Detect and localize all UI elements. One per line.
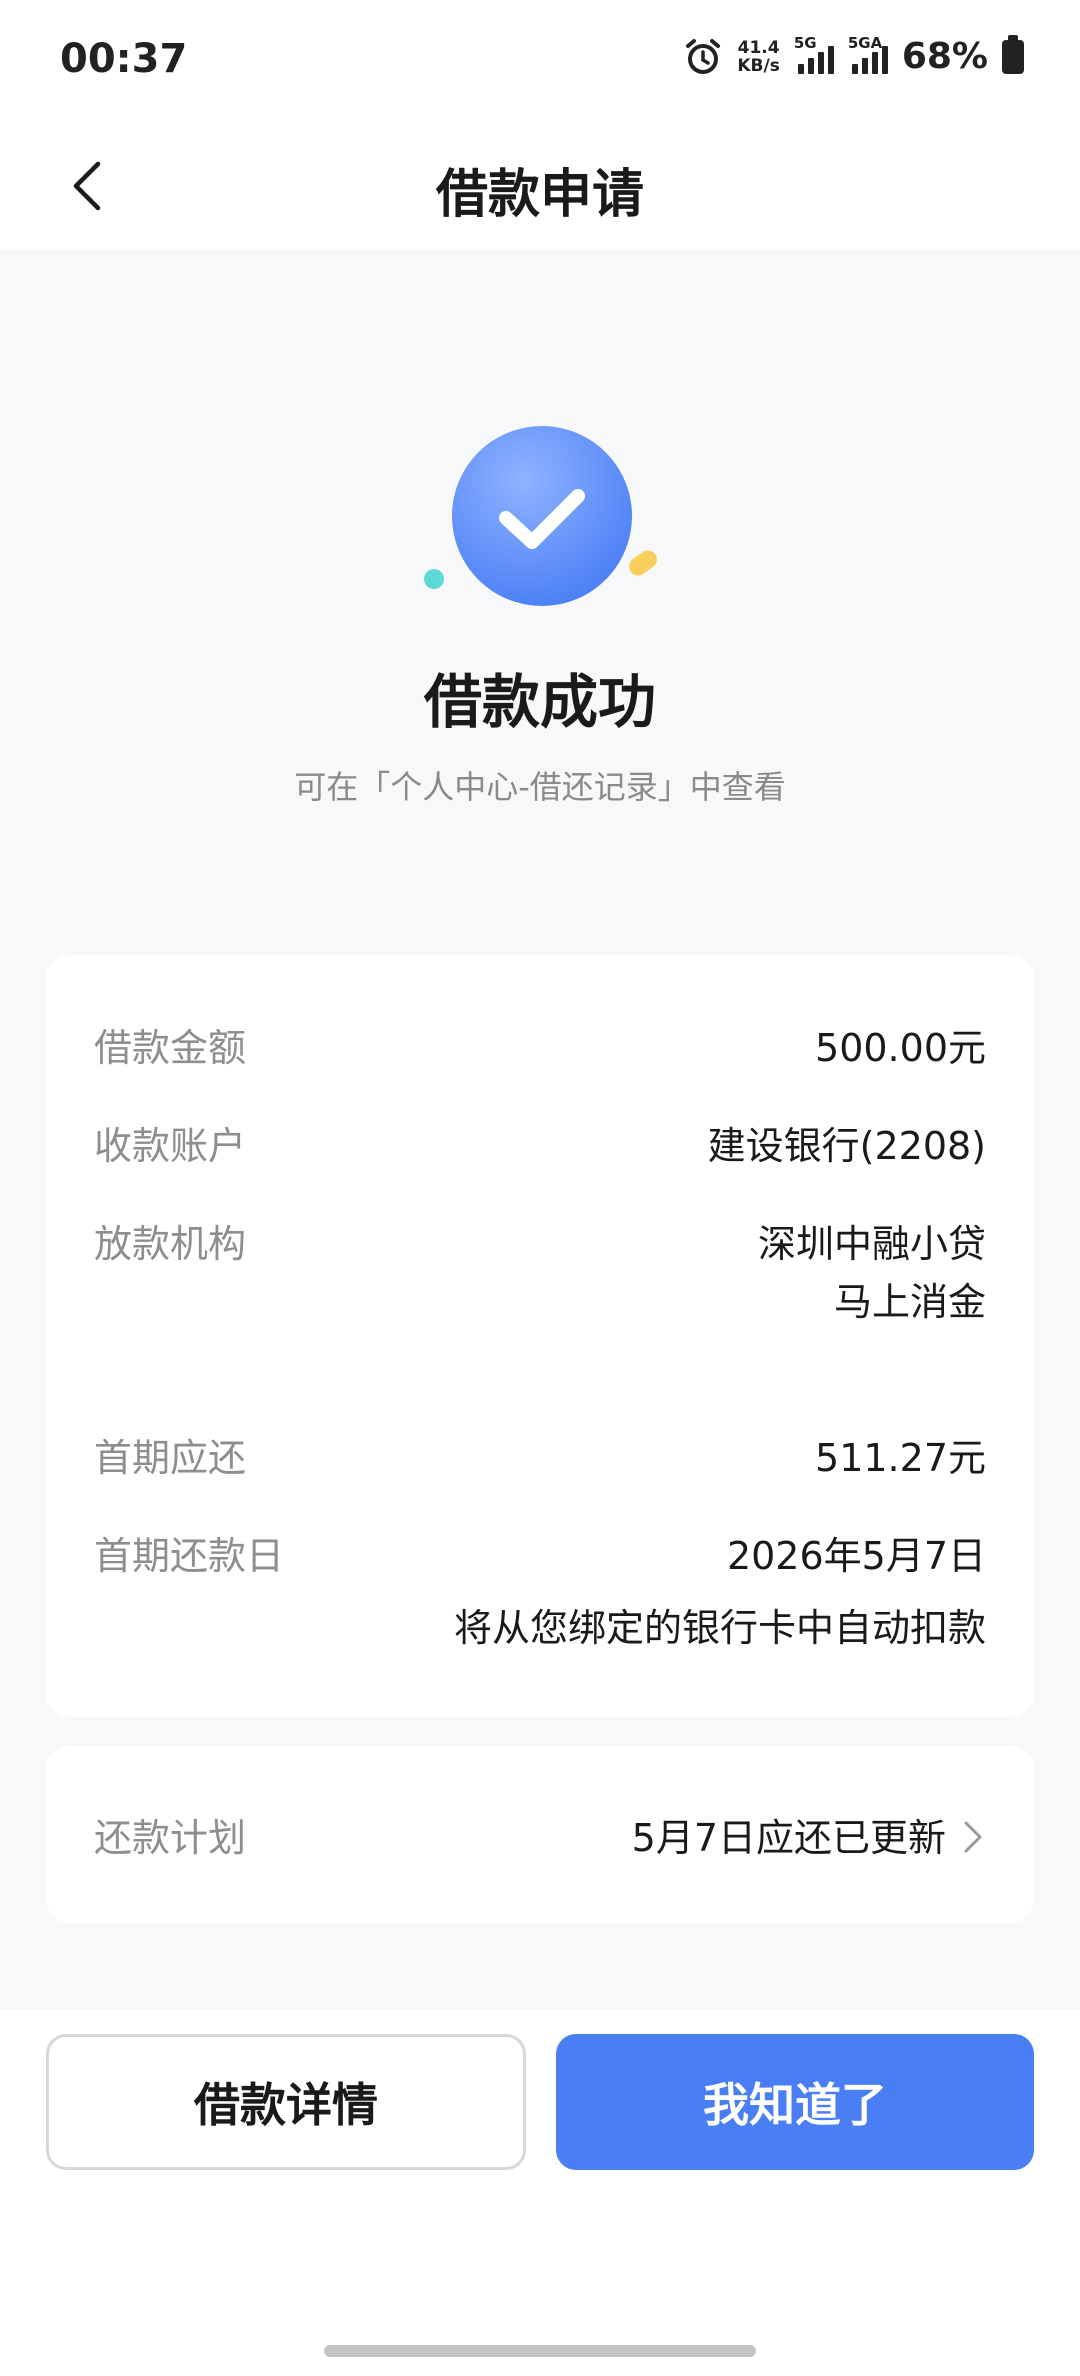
first-due-date-value: 2026年5月7日 [726, 1534, 986, 1578]
battery-percent: 68% [901, 36, 988, 77]
check-circle-icon [424, 426, 657, 606]
amount-label: 借款金额 [94, 1026, 247, 1070]
nav-bar: 借款申请 [0, 120, 1080, 250]
battery-icon [1002, 34, 1024, 74]
net-speed-value: 41.4 [737, 37, 780, 58]
net-speed-unit: KB/s [737, 55, 780, 76]
status-icons: 41.4 KB/s 5G 5GA 68% [683, 34, 1024, 77]
plan-label: 还款计划 [94, 1816, 247, 1860]
lender-label: 放款机构 [94, 1222, 247, 1266]
alarm-icon [686, 38, 721, 74]
bottom-actions: 借款详情 我知道了 [0, 2010, 1080, 2376]
first-due-date-label: 首期还款日 [94, 1534, 285, 1578]
loan-details-card: 借款金额 500.00元 收款账户 建设银行(2208) 放款机构 深圳中融小贷… [46, 955, 1034, 1717]
first-payment-label: 首期应还 [94, 1436, 247, 1480]
sim1-label: 5G [793, 33, 817, 52]
account-label: 收款账户 [94, 1124, 247, 1168]
first-payment-value: 511.27元 [815, 1436, 986, 1480]
lender-value-1: 深圳中融小贷 [757, 1222, 986, 1266]
success-subtitle: 可在「个人中心-借还记录」中查看 [294, 768, 786, 806]
home-indicator[interactable] [324, 2345, 756, 2357]
net-speed: 41.4 KB/s [737, 39, 779, 75]
plan-value: 5月7日应还已更新 [631, 1816, 946, 1860]
repayment-plan-row[interactable]: 还款计划 5月7日应还已更新 [46, 1745, 1034, 1923]
chevron-right-icon [964, 1821, 982, 1853]
status-bar: 00:37 41.4 KB/s 5G 5GA 68% [0, 0, 1080, 120]
sim2-label: 5GA [847, 33, 883, 52]
amount-value: 500.00元 [815, 1026, 986, 1070]
signal-icon: 5G [794, 34, 834, 74]
loan-details-button[interactable]: 借款详情 [46, 2034, 526, 2170]
page-title: 借款申请 [435, 165, 644, 225]
account-value: 建设银行(2208) [707, 1124, 986, 1168]
confirm-button[interactable]: 我知道了 [556, 2034, 1034, 2170]
success-title: 借款成功 [423, 668, 656, 736]
auto-debit-note: 将从您绑定的银行卡中自动扣款 [453, 1606, 986, 1650]
lender-value-2: 马上消金 [833, 1280, 986, 1324]
signal-icon-2: 5GA [848, 34, 888, 74]
success-section: 借款成功 可在「个人中心-借还记录」中查看 [0, 250, 1080, 930]
status-time: 00:37 [60, 36, 188, 82]
